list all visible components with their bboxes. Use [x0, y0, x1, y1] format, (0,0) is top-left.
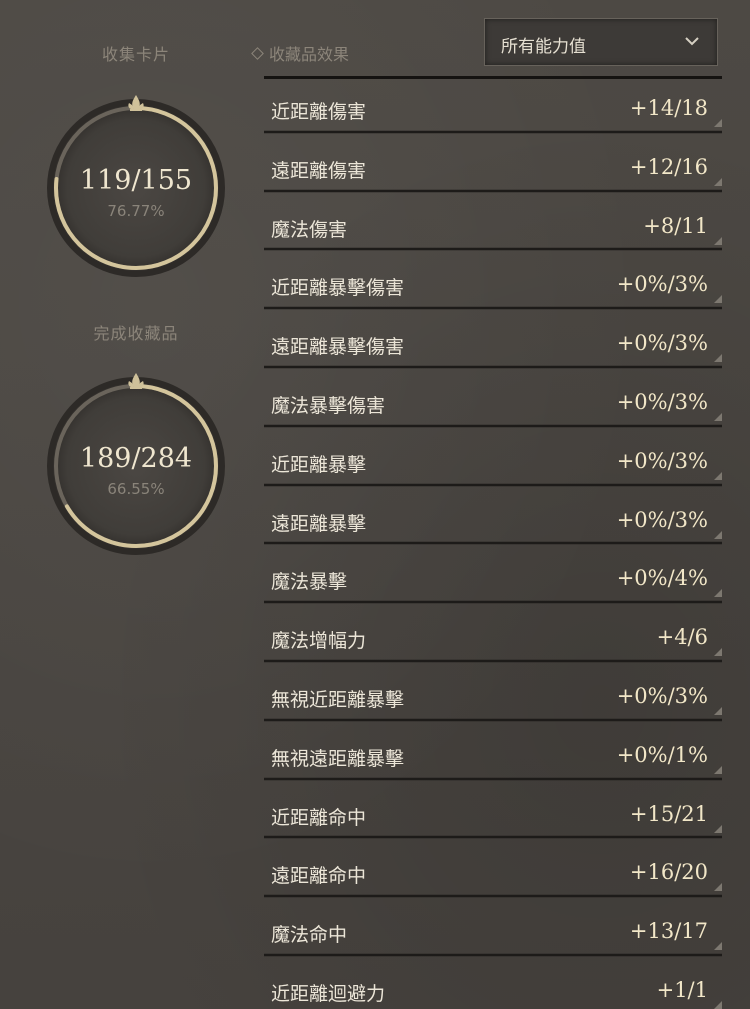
stat-name: 近距離暴擊傷害: [271, 277, 405, 300]
stat-name: 近距離傷害: [271, 101, 367, 123]
stat-name: 近距離暴擊: [271, 453, 367, 476]
expand-corner-icon: [714, 412, 722, 421]
stat-value: +0%/1%: [616, 742, 708, 767]
stat-row[interactable]: 遠距離傷害 +12/16: [264, 134, 722, 193]
stat-name: 近距離命中: [271, 806, 367, 829]
expand-corner-icon: [714, 530, 722, 539]
collections-progress-ring: 189/284 66.55%: [43, 373, 229, 559]
expand-corner-icon: [714, 824, 722, 833]
stat-name: 遠距離傷害: [271, 159, 367, 182]
stat-value: +0%/3%: [616, 448, 708, 473]
expand-corner-icon: [714, 471, 722, 480]
stat-value: +0%/3%: [616, 272, 708, 297]
stat-row[interactable]: 近距離暴擊 +0%/3%: [264, 428, 722, 487]
stat-value: +0%/3%: [616, 683, 708, 708]
expand-corner-icon: [714, 648, 722, 657]
stat-row[interactable]: 魔法暴擊 +0%/4%: [264, 545, 722, 604]
stat-name: 魔法命中: [271, 924, 348, 947]
expand-corner-icon: [714, 883, 722, 892]
stat-row[interactable]: 近距離傷害 +14/18: [264, 75, 722, 134]
stat-name: 魔法傷害: [271, 218, 348, 241]
expand-corner-icon: [714, 942, 722, 951]
cards-count: 119/155: [79, 165, 193, 196]
cards-label: 收集卡片: [101, 45, 170, 64]
collection-summary-panel: 收集卡片 119/155 76.77% 完成收藏品 189/284 66.55%: [0, 0, 272, 1009]
diamond-icon: [251, 47, 264, 60]
stat-name: 魔法增幅力: [271, 630, 367, 653]
expand-corner-icon: [714, 119, 722, 127]
stat-name: 無視遠距離暴擊: [271, 747, 405, 770]
expand-corner-icon: [714, 177, 722, 186]
stat-row[interactable]: 無視遠距離暴擊 +0%/1%: [264, 722, 722, 781]
stat-value: +0%/3%: [616, 507, 708, 532]
stat-name: 近距離迴避力: [271, 982, 386, 1005]
stats-list: 近距離傷害 +14/18 遠距離傷害 +12/16 魔法傷害 +8/11 近距離暴擊傷害 +0…: [264, 75, 722, 1009]
cards-percent: 76.77%: [107, 202, 165, 220]
stat-value: +0%/3%: [616, 389, 708, 414]
chevron-down-icon: [685, 37, 699, 46]
stat-row[interactable]: 近距離迴避力 +1/1: [264, 957, 722, 1009]
stat-value: +13/17: [629, 919, 708, 944]
stat-name: 遠距離暴擊: [271, 512, 367, 535]
collections-label: 完成收藏品: [93, 324, 179, 343]
cards-progress-ring: 119/155 76.77%: [43, 95, 229, 281]
stat-row[interactable]: 無視近距離暴擊 +0%/3%: [264, 663, 722, 722]
tab-label: 收藏品效果: [269, 45, 350, 64]
stat-value: +1/1: [656, 977, 708, 1002]
dropdown-selected-value: 所有能力值: [501, 37, 586, 57]
stat-value: +15/21: [629, 801, 708, 826]
stat-name: 魔法暴擊: [271, 571, 348, 594]
stat-name: 魔法暴擊傷害: [271, 394, 386, 417]
stat-value: +14/18: [629, 96, 708, 120]
expand-corner-icon: [714, 765, 722, 774]
stat-row[interactable]: 魔法增幅力 +4/6: [264, 604, 722, 663]
stat-row[interactable]: 魔法傷害 +8/11: [264, 193, 722, 252]
stat-value: +8/11: [643, 213, 708, 238]
stat-row[interactable]: 魔法暴擊傷害 +0%/3%: [264, 369, 722, 428]
stat-name: 遠距離暴擊傷害: [271, 336, 405, 359]
stat-row[interactable]: 近距離暴擊傷害 +0%/3%: [264, 251, 722, 310]
stat-filter-dropdown[interactable]: 所有能力值: [484, 18, 718, 66]
expand-corner-icon: [714, 295, 722, 304]
stat-value: +0%/3%: [616, 331, 708, 356]
stat-value: +0%/4%: [616, 566, 708, 591]
expand-corner-icon: [714, 706, 722, 715]
expand-corner-icon: [714, 236, 722, 245]
stat-name: 遠距離命中: [271, 865, 367, 888]
stat-value: +12/16: [629, 154, 708, 179]
stat-value: +16/20: [629, 860, 708, 885]
expand-corner-icon: [714, 354, 722, 363]
stats-list-viewport[interactable]: 近距離傷害 +14/18 遠距離傷害 +12/16 魔法傷害 +8/11 近距離暴擊傷害 +0…: [264, 75, 734, 1009]
tab-collection-effects[interactable]: 收藏品效果: [251, 41, 350, 65]
collections-count: 189/284: [79, 443, 193, 474]
stat-row[interactable]: 魔法命中 +13/17: [264, 898, 722, 957]
stat-name: 無視近距離暴擊: [271, 688, 405, 711]
stat-row[interactable]: 遠距離暴擊傷害 +0%/3%: [264, 310, 722, 369]
expand-corner-icon: [714, 589, 722, 598]
collections-percent: 66.55%: [107, 480, 165, 498]
expand-corner-icon: [714, 1000, 722, 1009]
stat-row[interactable]: 遠距離命中 +16/20: [264, 839, 722, 898]
stat-row[interactable]: 近距離命中 +15/21: [264, 781, 722, 840]
stat-value: +4/6: [656, 625, 708, 650]
stat-row[interactable]: 遠距離暴擊 +0%/3%: [264, 487, 722, 546]
